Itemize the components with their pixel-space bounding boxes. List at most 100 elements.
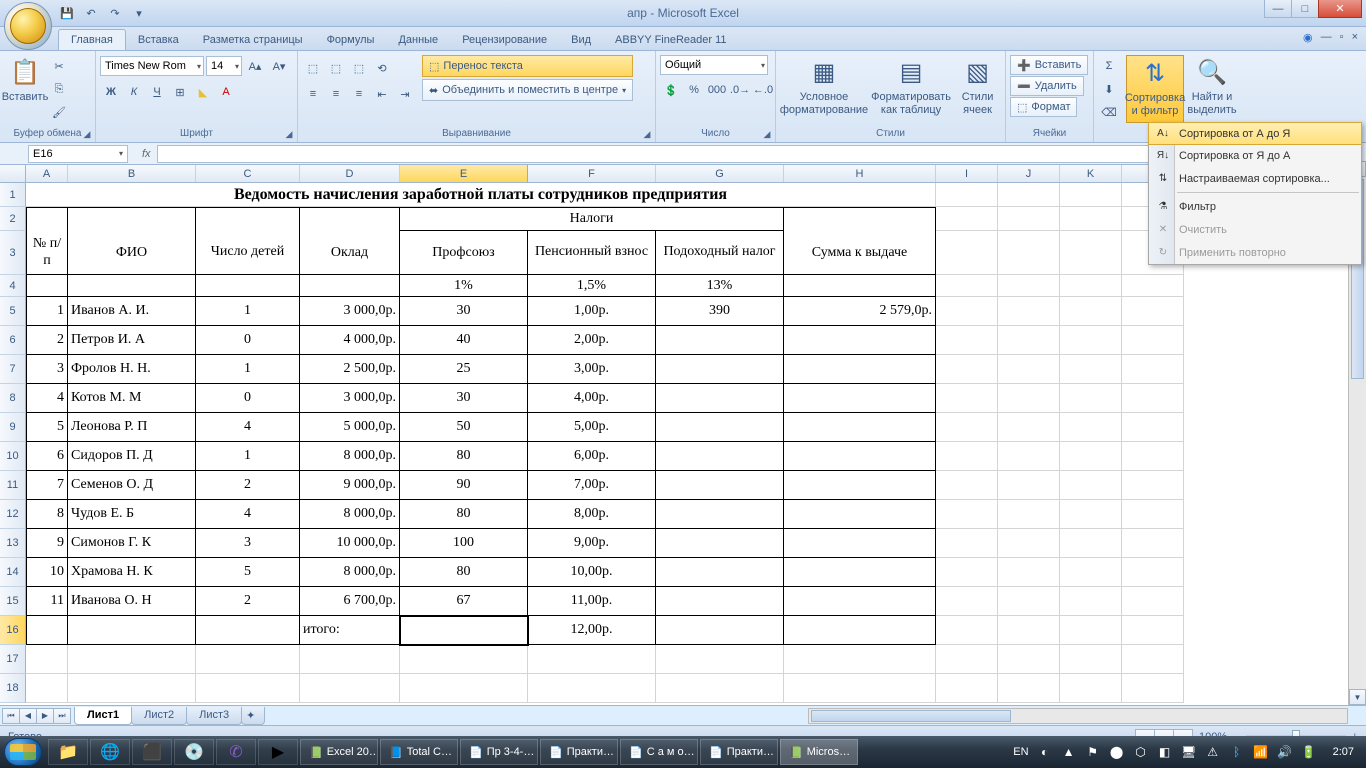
cell[interactable]: 11,00р.: [528, 587, 656, 616]
tray-icon[interactable]: 🖥: [1181, 744, 1197, 760]
paste-button[interactable]: 📋 Вставить: [4, 55, 46, 123]
font-launcher-icon[interactable]: ◢: [283, 128, 295, 140]
col-header[interactable]: A: [26, 165, 68, 182]
cell[interactable]: 1: [196, 442, 300, 471]
cell[interactable]: [1122, 529, 1184, 558]
cell[interactable]: [998, 529, 1060, 558]
tray-icon[interactable]: ◧: [1157, 744, 1173, 760]
cell[interactable]: [1122, 384, 1184, 413]
cell[interactable]: [1122, 500, 1184, 529]
number-launcher-icon[interactable]: ◢: [761, 128, 773, 140]
cell[interactable]: [784, 275, 936, 297]
fill-color-icon[interactable]: ◣: [192, 81, 214, 103]
cell[interactable]: 2: [26, 326, 68, 355]
row-header[interactable]: 13: [0, 529, 26, 558]
autosum-icon[interactable]: Σ: [1098, 55, 1120, 77]
cell[interactable]: [26, 645, 68, 674]
cell[interactable]: [998, 183, 1060, 207]
cell[interactable]: [784, 558, 936, 587]
shrink-font-icon[interactable]: A▾: [268, 55, 290, 77]
cell[interactable]: 2: [196, 587, 300, 616]
cell[interactable]: [936, 326, 998, 355]
tab-view[interactable]: Вид: [559, 30, 603, 50]
cell[interactable]: 8,00р.: [528, 500, 656, 529]
tray-vol-icon[interactable]: 🔊: [1277, 744, 1293, 760]
cell[interactable]: итого:: [300, 616, 400, 645]
col-header[interactable]: C: [196, 165, 300, 182]
cell[interactable]: 4: [196, 500, 300, 529]
pinned-app-icon[interactable]: ▶: [258, 739, 298, 765]
taskbar-task[interactable]: 📄Практи…: [540, 739, 618, 765]
cell[interactable]: [656, 558, 784, 587]
cell[interactable]: [1060, 500, 1122, 529]
cell[interactable]: [998, 384, 1060, 413]
cell[interactable]: [936, 616, 998, 645]
cell[interactable]: 30: [400, 384, 528, 413]
name-box[interactable]: E16: [28, 145, 128, 163]
cell[interactable]: [936, 587, 998, 616]
taskbar-task[interactable]: 📄С а м о…: [620, 739, 698, 765]
minimize-ribbon-icon[interactable]: —: [1321, 31, 1332, 44]
format-painter-icon[interactable]: 🖌: [48, 101, 70, 123]
cell[interactable]: 390: [656, 297, 784, 326]
border-icon[interactable]: ⊞: [169, 81, 191, 103]
cell[interactable]: 80: [400, 442, 528, 471]
cell[interactable]: 3 000,0р.: [300, 384, 400, 413]
fx-icon[interactable]: fx: [142, 148, 151, 160]
cell[interactable]: [656, 645, 784, 674]
cell[interactable]: [1060, 384, 1122, 413]
cell[interactable]: [196, 674, 300, 703]
cell[interactable]: [1122, 674, 1184, 703]
cell[interactable]: 3 000,0р.: [300, 297, 400, 326]
cell[interactable]: [1060, 471, 1122, 500]
cell[interactable]: 10: [26, 558, 68, 587]
close-workbook-icon[interactable]: ×: [1352, 31, 1358, 44]
cell[interactable]: 2,00р.: [528, 326, 656, 355]
cell[interactable]: 9 000,0р.: [300, 471, 400, 500]
align-center-icon[interactable]: ≡: [325, 83, 347, 105]
cell[interactable]: 4 000,0р.: [300, 326, 400, 355]
cell[interactable]: [1060, 326, 1122, 355]
grow-font-icon[interactable]: A▴: [244, 55, 266, 77]
cell[interactable]: 11: [26, 587, 68, 616]
cell[interactable]: [784, 616, 936, 645]
cell[interactable]: [26, 275, 68, 297]
cell[interactable]: [936, 297, 998, 326]
cell[interactable]: [1060, 529, 1122, 558]
tab-layout[interactable]: Разметка страницы: [191, 30, 315, 50]
cell[interactable]: Храмова Н. К: [68, 558, 196, 587]
cell[interactable]: 25: [400, 355, 528, 384]
tray-bat-icon[interactable]: 🔋: [1301, 744, 1317, 760]
tab-review[interactable]: Рецензирование: [450, 30, 559, 50]
cell[interactable]: [1122, 645, 1184, 674]
lang-indicator[interactable]: EN: [1013, 746, 1028, 758]
italic-icon[interactable]: К: [123, 81, 145, 103]
row-header[interactable]: 1: [0, 183, 26, 207]
cell[interactable]: [1060, 183, 1122, 207]
save-icon[interactable]: 💾: [58, 4, 76, 22]
cell[interactable]: [784, 674, 936, 703]
select-all-corner[interactable]: [0, 165, 26, 182]
row-header[interactable]: 17: [0, 645, 26, 674]
cell[interactable]: [1060, 616, 1122, 645]
cell[interactable]: [998, 207, 1060, 231]
cell[interactable]: Иванова О. Н: [68, 587, 196, 616]
insert-cells-button[interactable]: ➕Вставить: [1010, 55, 1088, 75]
cell[interactable]: [400, 645, 528, 674]
next-sheet-icon[interactable]: ▶: [36, 708, 54, 724]
cell[interactable]: Фролов Н. Н.: [68, 355, 196, 384]
cell[interactable]: [936, 529, 998, 558]
cell[interactable]: [196, 645, 300, 674]
cell[interactable]: [300, 275, 400, 297]
cell[interactable]: 5 000,0р.: [300, 413, 400, 442]
tray-icon[interactable]: ◐: [1037, 744, 1053, 760]
copy-icon[interactable]: ⎘: [48, 78, 70, 100]
cell[interactable]: Число детей: [196, 231, 300, 275]
cell[interactable]: [68, 616, 196, 645]
cell[interactable]: [936, 413, 998, 442]
cell[interactable]: [68, 275, 196, 297]
cell[interactable]: 9: [26, 529, 68, 558]
cell[interactable]: 8 000,0р.: [300, 500, 400, 529]
format-cells-button[interactable]: ⬚Формат: [1010, 97, 1077, 117]
orientation-icon[interactable]: ⟲: [371, 57, 393, 79]
